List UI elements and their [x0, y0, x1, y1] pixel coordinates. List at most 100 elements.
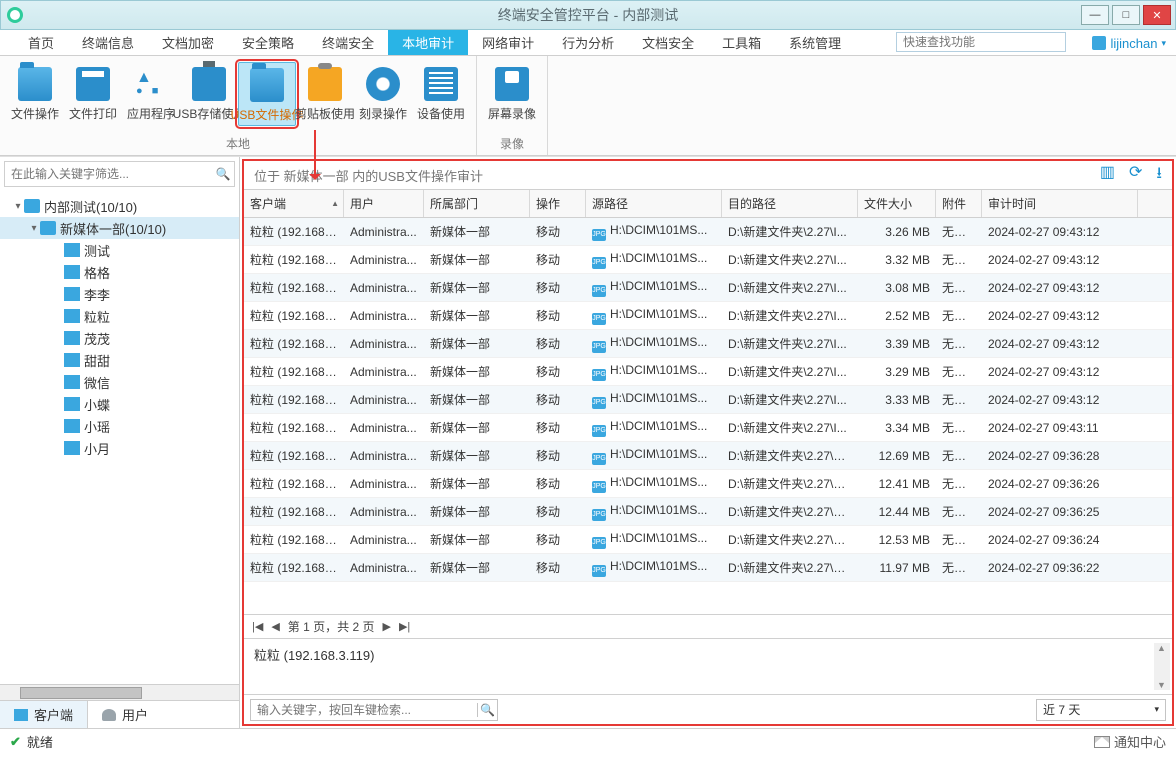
pager-next[interactable]: ▶: [382, 620, 390, 633]
tree-group[interactable]: ▾ 新媒体一部(10/10): [0, 217, 239, 239]
ribbon-group-label: 本地: [226, 135, 250, 155]
column-header[interactable]: 客户端▲: [244, 190, 344, 217]
ribbon-item-label: 文件打印: [69, 105, 117, 122]
grid-body[interactable]: 粒粒 (192.168.3...Administra...新媒体一部移动JPGH…: [244, 218, 1172, 614]
pager-first[interactable]: |◀: [252, 620, 263, 633]
ribbon-item-device[interactable]: 设备使用: [412, 62, 470, 126]
sidebar-tab-client[interactable]: 客户端: [0, 701, 88, 728]
pager-prev[interactable]: ◀: [271, 620, 279, 633]
user-menu[interactable]: lijinchan ▾: [1092, 30, 1166, 56]
menu-tab[interactable]: 行为分析: [548, 30, 628, 55]
collapse-icon[interactable]: ▾: [12, 201, 24, 212]
export-button[interactable]: ⭳: [1156, 162, 1162, 189]
ribbon-item-label: 设备使用: [417, 105, 465, 122]
table-row[interactable]: 粒粒 (192.168.3...Administra...新媒体一部移动JPGH…: [244, 358, 1172, 386]
refresh-button[interactable]: ⟳: [1129, 162, 1142, 189]
collapse-icon[interactable]: ▾: [28, 223, 40, 234]
table-row[interactable]: 粒粒 (192.168.3...Administra...新媒体一部移动JPGH…: [244, 274, 1172, 302]
jpg-file-icon: JPG: [592, 453, 606, 465]
table-cell: JPGH:\DCIM\101MS...: [586, 335, 722, 353]
column-header[interactable]: 操作: [530, 190, 586, 217]
tree-client[interactable]: 格格: [0, 261, 239, 283]
table-cell: Administra...: [344, 561, 424, 575]
tree-client[interactable]: 李李: [0, 283, 239, 305]
table-cell: Administra...: [344, 337, 424, 351]
tree-client[interactable]: 小蝶: [0, 393, 239, 415]
table-cell: 新媒体一部: [424, 475, 530, 492]
menu-tab[interactable]: 终端安全: [308, 30, 388, 55]
menu-tab[interactable]: 首页: [14, 30, 68, 55]
column-header[interactable]: 所属部门: [424, 190, 530, 217]
table-cell: Administra...: [344, 281, 424, 295]
ribbon-item-folder[interactable]: USB文件操作: [238, 62, 296, 126]
table-cell: 新媒体一部: [424, 335, 530, 352]
sidebar-tab-user[interactable]: 用户: [88, 701, 162, 728]
menu-tab[interactable]: 网络审计: [468, 30, 548, 55]
user-icon: [1092, 36, 1106, 50]
tree-client[interactable]: 茂茂: [0, 327, 239, 349]
ribbon-item-folder[interactable]: 文件操作: [6, 62, 64, 126]
search-icon[interactable]: 🔍: [477, 703, 497, 717]
table-row[interactable]: 粒粒 (192.168.3...Administra...新媒体一部移动JPGH…: [244, 218, 1172, 246]
column-header[interactable]: 附件: [936, 190, 982, 217]
ribbon-item-printer[interactable]: 文件打印: [64, 62, 122, 126]
table-row[interactable]: 粒粒 (192.168.3...Administra...新媒体一部移动JPGH…: [244, 470, 1172, 498]
ribbon-item-app[interactable]: 应用程序: [122, 62, 180, 126]
tree-client[interactable]: 粒粒: [0, 305, 239, 327]
keyword-input[interactable]: [251, 703, 477, 717]
sidebar-hscrollbar[interactable]: [0, 684, 239, 700]
menu-tab[interactable]: 文档加密: [148, 30, 228, 55]
menu-tab[interactable]: 本地审计: [388, 30, 468, 55]
sidebar-filter[interactable]: 🔍: [4, 161, 235, 187]
table-row[interactable]: 粒粒 (192.168.3...Administra...新媒体一部移动JPGH…: [244, 246, 1172, 274]
tree-client[interactable]: 甜甜: [0, 349, 239, 371]
tree-client[interactable]: 小瑶: [0, 415, 239, 437]
column-header[interactable]: 审计时间: [982, 190, 1138, 217]
table-row[interactable]: 粒粒 (192.168.3...Administra...新媒体一部移动JPGH…: [244, 386, 1172, 414]
tree-client[interactable]: 测试: [0, 239, 239, 261]
table-row[interactable]: 粒粒 (192.168.3...Administra...新媒体一部移动JPGH…: [244, 554, 1172, 582]
maximize-button[interactable]: □: [1112, 5, 1140, 25]
column-header[interactable]: 源路径: [586, 190, 722, 217]
table-cell: 2024-02-27 09:43:12: [982, 337, 1138, 351]
close-button[interactable]: ✕: [1143, 5, 1171, 25]
pager-last[interactable]: ▶|: [399, 620, 410, 633]
table-row[interactable]: 粒粒 (192.168.3...Administra...新媒体一部移动JPGH…: [244, 498, 1172, 526]
column-header[interactable]: 用户: [344, 190, 424, 217]
table-row[interactable]: 粒粒 (192.168.3...Administra...新媒体一部移动JPGH…: [244, 302, 1172, 330]
menu-tab[interactable]: 安全策略: [228, 30, 308, 55]
sidebar-filter-input[interactable]: [5, 167, 212, 181]
menu-tab[interactable]: 终端信息: [68, 30, 148, 55]
quick-search[interactable]: [896, 32, 1066, 52]
table-cell: 移动: [530, 503, 586, 520]
tree-client[interactable]: 小月: [0, 437, 239, 459]
column-header[interactable]: 文件大小: [858, 190, 936, 217]
menu-tab[interactable]: 文档安全: [628, 30, 708, 55]
table-cell: 粒粒 (192.168.3...: [244, 307, 344, 324]
minimize-button[interactable]: —: [1081, 5, 1109, 25]
table-cell: 粒粒 (192.168.3...: [244, 419, 344, 436]
notification-center[interactable]: 通知中心: [1094, 732, 1166, 751]
column-header[interactable]: 目的路径: [722, 190, 858, 217]
detail-scrollbar[interactable]: [1154, 643, 1170, 690]
ribbon-item-usb[interactable]: USB存储使用: [180, 62, 238, 126]
ribbon: 文件操作文件打印应用程序USB存储使用USB文件操作剪贴板使用刻录操作设备使用本…: [0, 56, 1176, 156]
time-range-dropdown[interactable]: 近 7 天 ▾: [1036, 699, 1166, 721]
table-cell: JPGH:\DCIM\101MS...: [586, 363, 722, 381]
columns-button[interactable]: ▥: [1100, 162, 1115, 189]
keyword-search[interactable]: 🔍: [250, 699, 498, 721]
table-row[interactable]: 粒粒 (192.168.3...Administra...新媒体一部移动JPGH…: [244, 414, 1172, 442]
table-row[interactable]: 粒粒 (192.168.3...Administra...新媒体一部移动JPGH…: [244, 442, 1172, 470]
table-cell: 2.52 MB: [858, 309, 936, 323]
search-icon[interactable]: 🔍: [212, 167, 234, 181]
tree-client[interactable]: 微信: [0, 371, 239, 393]
ribbon-item-clip[interactable]: 剪贴板使用: [296, 62, 354, 126]
tree-root[interactable]: ▾ 内部测试(10/10): [0, 195, 239, 217]
table-row[interactable]: 粒粒 (192.168.3...Administra...新媒体一部移动JPGH…: [244, 330, 1172, 358]
menu-tab[interactable]: 工具箱: [708, 30, 775, 55]
quick-search-input[interactable]: [897, 33, 1065, 51]
menu-tab[interactable]: 系统管理: [775, 30, 855, 55]
table-row[interactable]: 粒粒 (192.168.3...Administra...新媒体一部移动JPGH…: [244, 526, 1172, 554]
ribbon-item-disc[interactable]: 刻录操作: [354, 62, 412, 126]
ribbon-item-record[interactable]: 屏幕录像: [483, 62, 541, 124]
